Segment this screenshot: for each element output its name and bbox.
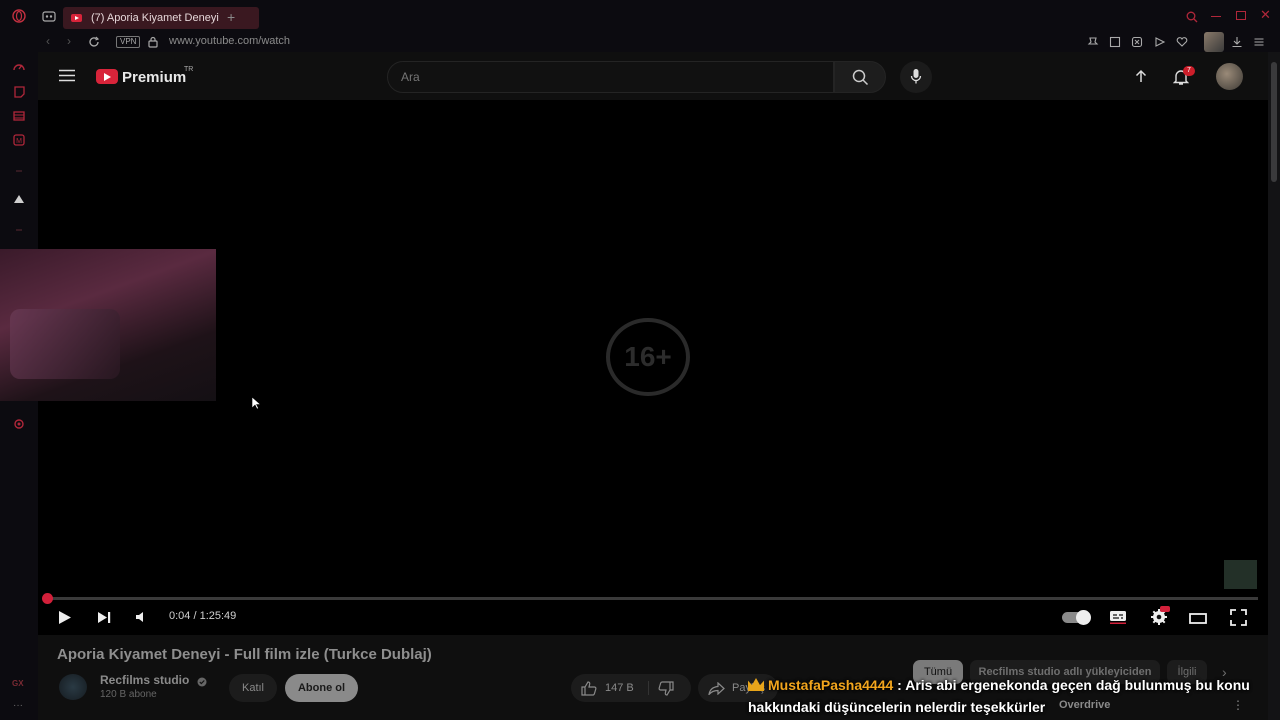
opera-logo-icon[interactable] xyxy=(11,8,27,24)
time-display: 0:04 / 1:25:49 xyxy=(169,610,237,622)
video-title: Aporia Kiyamet Deneyi - Full film izle (… xyxy=(57,646,432,663)
download-icon[interactable] xyxy=(1231,35,1243,53)
hamburger-menu-icon[interactable] xyxy=(59,69,75,87)
next-button[interactable] xyxy=(97,611,112,624)
minimize-button[interactable] xyxy=(1211,16,1221,17)
search-button[interactable] xyxy=(834,61,886,93)
search-input[interactable] xyxy=(401,70,801,84)
progress-scrubber[interactable] xyxy=(42,593,53,604)
channel-avatar[interactable] xyxy=(59,674,87,700)
page-scrollbar[interactable] xyxy=(1268,52,1280,720)
subtitles-icon[interactable] xyxy=(1109,609,1127,625)
divider-icon xyxy=(11,163,27,179)
messenger-icon[interactable]: M xyxy=(11,132,27,148)
gx-label: GX xyxy=(12,679,24,688)
video-player[interactable]: 16+ xyxy=(0,100,1268,635)
join-button[interactable]: Katıl xyxy=(229,674,277,702)
search-box[interactable] xyxy=(387,61,834,93)
tab-menu-icon[interactable] xyxy=(42,10,56,28)
volume-icon[interactable] xyxy=(135,611,149,623)
end-thumbnail[interactable] xyxy=(1224,560,1257,589)
youtube-header: Premium TR 7 xyxy=(38,52,1268,100)
block-ads-icon[interactable] xyxy=(1131,35,1143,53)
gx-corner-icon[interactable] xyxy=(11,108,27,124)
subscribe-button[interactable]: Abone ol xyxy=(285,674,358,702)
youtube-premium-label[interactable]: Premium xyxy=(122,69,186,86)
subscriber-count: 120 B abone xyxy=(100,689,157,700)
profile-avatar[interactable] xyxy=(1204,32,1224,52)
aria-icon[interactable] xyxy=(11,191,27,207)
like-dislike-group: 147 B xyxy=(571,674,691,702)
dislike-icon[interactable] xyxy=(658,681,674,699)
like-count[interactable]: 147 B xyxy=(605,682,634,694)
tab-bar: (7) Aporia Kiyamet Deneyi + ✕ xyxy=(38,0,1280,32)
mouse-cursor-icon xyxy=(251,396,262,415)
search-tabs-icon[interactable] xyxy=(1186,10,1198,28)
age-rating-badge: 16+ xyxy=(606,318,690,396)
reload-icon[interactable] xyxy=(88,35,100,53)
more-icon[interactable]: ··· xyxy=(13,700,23,711)
lock-icon[interactable] xyxy=(148,35,158,53)
menu-icon[interactable] xyxy=(1253,35,1265,53)
fullscreen-icon[interactable] xyxy=(1229,608,1247,626)
theater-mode-icon[interactable] xyxy=(1189,612,1207,624)
video-popout-icon[interactable] xyxy=(1154,35,1166,53)
youtube-favicon-icon xyxy=(71,14,82,22)
new-tab-button[interactable]: + xyxy=(227,9,235,25)
address-bar: ‹ › VPN www.youtube.com/watch xyxy=(38,32,1280,52)
region-code: TR xyxy=(184,66,194,73)
divider-icon xyxy=(11,222,27,238)
scrollbar-thumb[interactable] xyxy=(1271,62,1277,182)
back-icon[interactable]: ‹ xyxy=(46,34,50,48)
gx-control-icon[interactable] xyxy=(11,59,27,75)
verified-icon xyxy=(197,674,207,692)
autoplay-toggle[interactable] xyxy=(1061,609,1091,625)
snapshot-icon[interactable] xyxy=(1109,35,1121,53)
account-avatar[interactable] xyxy=(1216,63,1243,90)
url-text[interactable]: www.youtube.com/watch xyxy=(169,35,290,47)
pin-icon[interactable] xyxy=(1087,35,1099,53)
crown-icon xyxy=(748,678,764,691)
play-button[interactable] xyxy=(58,610,72,625)
chat-separator: : xyxy=(893,677,906,693)
restore-button[interactable] xyxy=(1236,11,1246,20)
twitch-icon[interactable] xyxy=(11,84,27,100)
webcam-overlay xyxy=(0,249,216,401)
heart-icon[interactable] xyxy=(1176,35,1188,53)
settings-gear-icon[interactable] xyxy=(1149,606,1170,626)
channel-name[interactable]: Recfilms studio xyxy=(100,673,189,687)
chat-username: MustafaPasha4444 xyxy=(768,677,894,693)
forward-icon[interactable]: › xyxy=(67,34,71,48)
rating-text: 16+ xyxy=(624,341,672,372)
close-window-button[interactable]: ✕ xyxy=(1260,7,1271,23)
upload-icon[interactable] xyxy=(1134,69,1148,89)
chat-overlay: MustafaPasha4444 : Aris abi ergenekonda … xyxy=(748,674,1268,718)
like-icon[interactable] xyxy=(581,680,597,696)
settings-icon[interactable] xyxy=(11,416,27,432)
progress-bar[interactable] xyxy=(48,597,1258,600)
svg-text:M: M xyxy=(16,138,22,145)
voice-search-button[interactable] xyxy=(900,61,932,93)
tab-title: (7) Aporia Kiyamet Deneyi xyxy=(91,12,219,24)
notification-badge: 7 xyxy=(1183,66,1195,76)
vpn-badge[interactable]: VPN xyxy=(116,36,141,48)
youtube-logo-icon[interactable] xyxy=(96,69,118,84)
